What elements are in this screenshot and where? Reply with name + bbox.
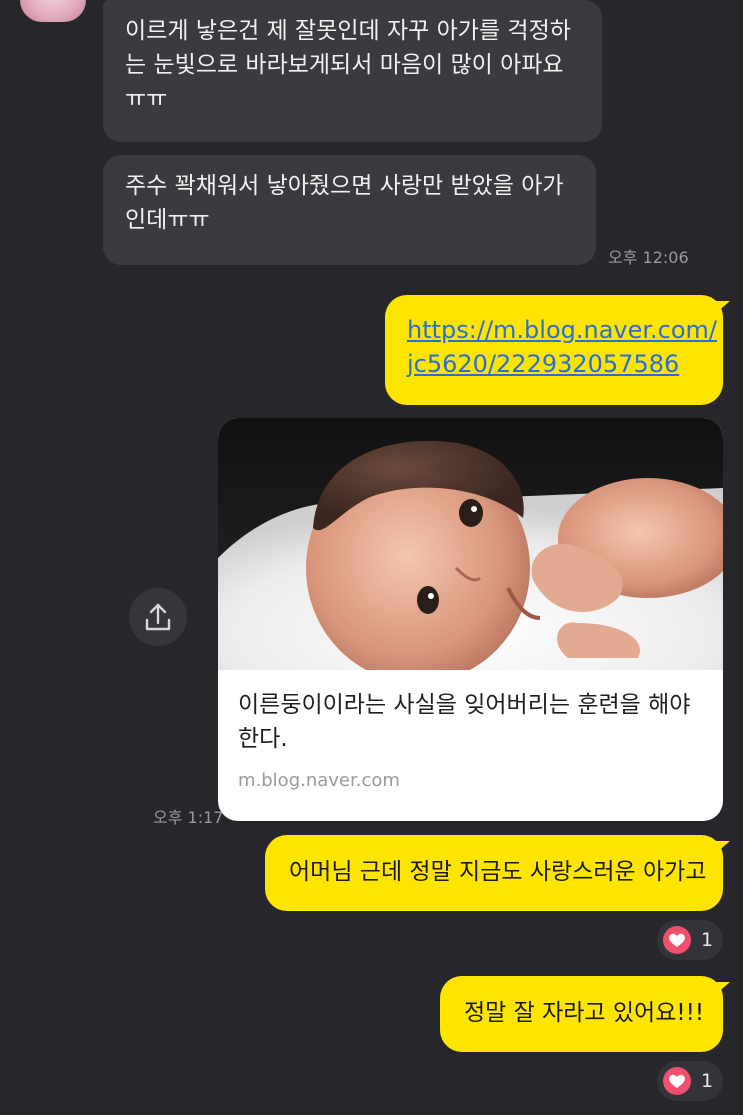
outgoing-message-1[interactable]: 어머님 근데 정말 지금도 사랑스러운 아가고 (265, 835, 730, 911)
link-url-line-2[interactable]: jc5620/222932057586 (407, 347, 703, 381)
timestamp-2: 오후 1:17 (153, 808, 224, 827)
share-button[interactable] (129, 588, 187, 646)
link-preview-domain: m.blog.naver.com (238, 770, 400, 791)
outgoing-message-1-text: 어머님 근데 정말 지금도 사랑스러운 아가고 (289, 859, 707, 885)
incoming-message-1-text: 이르게 낳은건 제 잘못인데 자꾸 아가를 걱정하는 눈빛으로 바라보게되서 마… (125, 18, 571, 112)
outgoing-message-2-text: 정말 잘 자라고 있어요!!! (464, 1000, 705, 1026)
timestamp-1: 오후 12:06 (608, 248, 689, 267)
link-url-line-1[interactable]: https://m.blog.naver.com/ (407, 313, 717, 347)
reaction-badge-1[interactable]: 1 (657, 920, 724, 960)
sender-avatar[interactable] (20, 0, 86, 22)
reaction-count-1: 1 (701, 929, 714, 951)
heart-icon (663, 1067, 691, 1095)
outgoing-message-2[interactable]: 정말 잘 자라고 있어요!!! (440, 976, 730, 1052)
heart-icon (663, 926, 691, 954)
reaction-badge-2[interactable]: 1 (657, 1061, 724, 1101)
incoming-message-2[interactable]: 주수 꽉채워서 낳아줬으면 사랑만 받았을 아가인데ㅠㅠ (103, 155, 596, 265)
link-preview-card[interactable]: 이른둥이이라는 사실을 잊어버리는 훈련을 해야 한다. m.blog.nave… (218, 418, 723, 821)
incoming-message-1[interactable]: 이르게 낳은건 제 잘못인데 자꾸 아가를 걱정하는 눈빛으로 바라보게되서 마… (103, 0, 602, 142)
incoming-message-2-text: 주수 꽉채워서 낳아줬으면 사랑만 받았을 아가인데ㅠㅠ (125, 173, 564, 233)
outgoing-link-message[interactable]: https://m.blog.naver.com/ jc5620/2229320… (385, 295, 730, 405)
share-icon (145, 603, 171, 631)
reaction-count-2: 1 (701, 1070, 714, 1092)
link-preview-title: 이른둥이이라는 사실을 잊어버리는 훈련을 해야 한다. (238, 692, 691, 752)
link-preview-image (218, 418, 723, 683)
baby-photo-illustration (218, 440, 723, 683)
